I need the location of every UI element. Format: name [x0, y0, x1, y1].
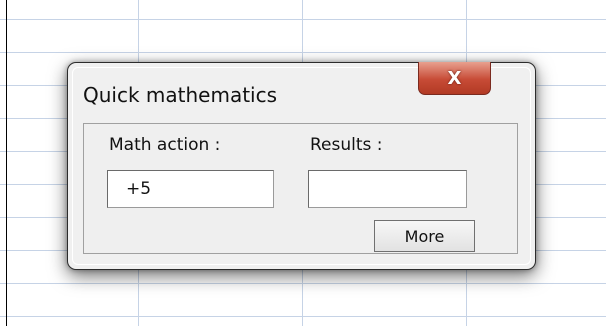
- close-icon: X: [447, 67, 462, 89]
- results-field[interactable]: [308, 170, 467, 208]
- quick-mathematics-dialog: Quick mathematics X Math action : Result…: [67, 62, 536, 270]
- close-button[interactable]: X: [418, 62, 491, 95]
- math-action-label: Math action :: [109, 135, 221, 155]
- results-label: Results :: [310, 135, 383, 155]
- more-button[interactable]: More: [374, 220, 475, 252]
- dialog-title: Quick mathematics: [83, 83, 278, 107]
- form-panel: Math action : Results : +5 More: [83, 123, 518, 254]
- math-action-input[interactable]: +5: [107, 170, 274, 208]
